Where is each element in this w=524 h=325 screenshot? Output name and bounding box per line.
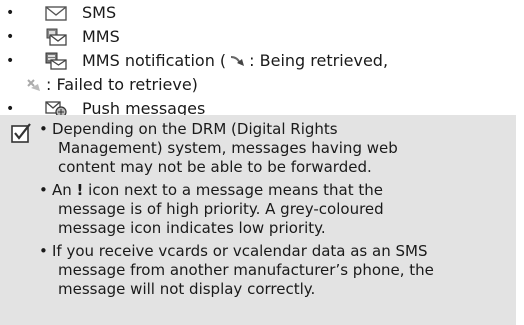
mms-notification-icon <box>45 52 67 70</box>
note-line: message icon indicates low priority. <box>58 219 326 237</box>
bullet: • <box>6 5 15 21</box>
list-item-sms: • SMS <box>0 1 524 25</box>
envelope-icon <box>45 6 67 21</box>
note-bullet-drm: • Depending on the DRM (Digital Rights <box>39 120 512 139</box>
list-item-mms: • MMS <box>0 25 524 49</box>
note-line: If you receive vcards or vcalendar data … <box>52 242 428 260</box>
list-item-mms-notification: • MMS notification ( : Being retrieved, <box>0 49 524 73</box>
bullet: • <box>39 181 48 199</box>
note-bullet-priority: • An ! icon next to a message means that… <box>39 181 512 200</box>
bullet: • <box>6 29 15 45</box>
note-line: message is of high priority. A grey-colo… <box>58 200 384 218</box>
note-bullet-vcard: • If you receive vcards or vcalendar dat… <box>39 242 512 261</box>
note-box: • Depending on the DRM (Digital Rights M… <box>0 115 516 325</box>
mms-label: MMS <box>82 27 120 46</box>
note-text: icon next to a message means that the <box>83 181 383 199</box>
mms-icon <box>46 28 67 46</box>
bullet: • <box>39 242 48 260</box>
bullet: • <box>39 120 48 138</box>
note-line: message from another manufacturer’s phon… <box>58 261 434 279</box>
failed-retrieve-icon <box>27 79 40 91</box>
note-line: Management) system, messages having web <box>58 139 398 157</box>
note-text: An <box>52 181 77 199</box>
mms-notification-label: MMS notification ( <box>82 51 227 70</box>
bullet: • <box>6 53 15 69</box>
note-line: content may not be able to be forwarded. <box>58 158 372 176</box>
being-retrieved-text: : Being retrieved, <box>249 51 389 70</box>
mms-notification-continuation: : Failed to retrieve) <box>26 73 198 97</box>
note-line: Depending on the DRM (Digital Rights <box>52 120 338 138</box>
note-line: message will not display correctly. <box>58 280 316 298</box>
retrieving-arrow-icon <box>231 56 245 66</box>
sms-label: SMS <box>82 3 117 22</box>
mms-notification-line: MMS notification ( : Being retrieved, <box>82 49 388 73</box>
note-line: An ! icon next to a message means that t… <box>52 181 512 200</box>
checkbox-note-icon <box>11 123 31 143</box>
failed-to-retrieve-text: : Failed to retrieve) <box>46 75 198 94</box>
